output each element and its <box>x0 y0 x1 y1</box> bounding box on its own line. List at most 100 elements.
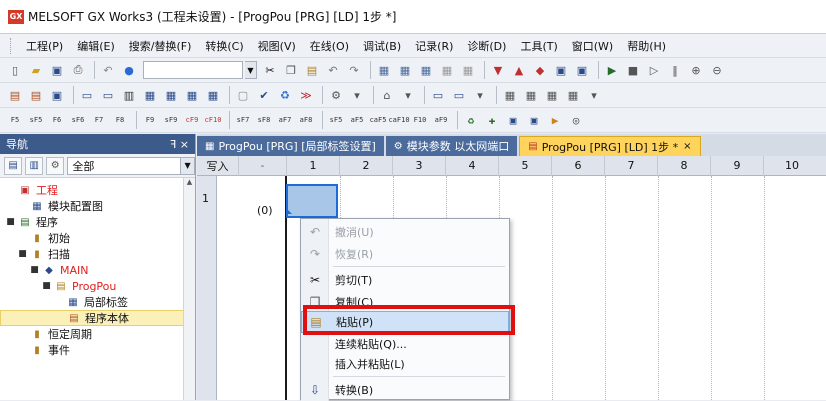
tree-item-9[interactable]: ▮ 恒定周期 <box>0 326 195 342</box>
ladder-key-cf9[interactable]: cF9 <box>183 111 201 129</box>
ladder-key-af7[interactable]: aF7 <box>276 111 294 129</box>
ladder-key-f5[interactable]: F5 <box>6 111 24 129</box>
ladder-key-f10[interactable]: F10 <box>411 111 429 129</box>
undo-toolbar-icon[interactable]: ↶ <box>99 61 117 79</box>
check-icon[interactable]: ▢ <box>234 86 252 104</box>
menu-insert-paste[interactable]: 插入并粘贴(L) <box>301 353 509 375</box>
help-icon[interactable]: ● <box>120 61 138 79</box>
open-folder-icon[interactable]: ▰ <box>27 61 45 79</box>
layout-dropdown-icon[interactable]: ▾ <box>471 86 489 104</box>
convert-toolbar-icon[interactable]: ≫ <box>297 86 315 104</box>
tree-item-0[interactable]: ▣ 工程 <box>0 182 195 198</box>
paste-toolbar-icon[interactable]: ▤ <box>303 61 321 79</box>
tree-item-1[interactable]: ▦ 模块配置图 <box>0 198 195 214</box>
tab-local-labels[interactable]: ▦ ProgPou [PRG] [局部标签设置] <box>197 136 384 156</box>
pause-icon[interactable]: ‖ <box>666 61 684 79</box>
menu-window[interactable]: 窗口(W) <box>565 38 620 54</box>
ladder-tool4-icon[interactable]: ▣ <box>525 111 543 129</box>
new-file-icon[interactable]: ▯ <box>6 61 24 79</box>
view-mode-icon[interactable]: ▤ <box>4 156 23 175</box>
cut-toolbar-icon[interactable]: ✂ <box>261 61 279 79</box>
run-icon[interactable]: ▶ <box>603 61 621 79</box>
write-plc-icon[interactable]: ▼ <box>489 61 507 79</box>
navigation-scrollbar[interactable]: ▲ <box>183 178 195 400</box>
ladder-key-sf7[interactable]: sF7 <box>234 111 252 129</box>
print-icon[interactable]: ⎙ <box>69 61 87 79</box>
program2-icon[interactable]: ▤ <box>27 86 45 104</box>
tree-expander-icon[interactable]: ■ <box>42 281 51 291</box>
device5-icon[interactable]: ▦ <box>459 61 477 79</box>
menu-convert[interactable]: 转换(C) <box>198 38 250 54</box>
tree-expander-icon[interactable]: ■ <box>30 265 39 275</box>
ladder-key-sf8[interactable]: sF8 <box>255 111 273 129</box>
grid-dropdown-icon[interactable]: ▾ <box>585 86 603 104</box>
ladder-key-caf10[interactable]: caF10 <box>388 111 409 129</box>
tree-item-5[interactable]: ■ ◆ MAIN <box>0 262 195 278</box>
window2-icon[interactable]: ▭ <box>99 86 117 104</box>
tree-item-6[interactable]: ■ ▤ ProgPou <box>0 278 195 294</box>
ladder-cursor[interactable] <box>286 184 338 218</box>
program3-icon[interactable]: ▣ <box>48 86 66 104</box>
verify-icon[interactable]: ◆ <box>531 61 549 79</box>
grid4-icon[interactable]: ▦ <box>564 86 582 104</box>
close-icon[interactable]: × <box>683 141 691 152</box>
ladder-key-cf10[interactable]: cF10 <box>204 111 222 129</box>
tab-module-params[interactable]: ⚙ 模块参数 以太网端口 <box>385 136 518 156</box>
pin-close-icon[interactable]: ꟻ × <box>170 138 189 151</box>
mode-dropdown[interactable]: - <box>239 155 287 176</box>
device3-icon[interactable]: ▦ <box>417 61 435 79</box>
menu-continuous-paste[interactable]: 连续粘贴(Q)... <box>301 333 509 355</box>
ladder-tool3-icon[interactable]: ▣ <box>504 111 522 129</box>
chevron-down-icon[interactable]: ▼ <box>180 157 195 174</box>
cross-ref-icon[interactable]: ▥ <box>120 86 138 104</box>
ladder-key-caf5[interactable]: caF5 <box>369 111 387 129</box>
settings-icon[interactable]: ⚙ <box>327 86 345 104</box>
menu-project[interactable]: 工程(P) <box>19 38 70 54</box>
menu-redo[interactable]: ↷ 恢复(R) <box>301 243 509 265</box>
tree-item-3[interactable]: ▮ 初始 <box>0 230 195 246</box>
device-batch2-icon[interactable]: ▦ <box>183 86 201 104</box>
menu-tools[interactable]: 工具(T) <box>513 38 564 54</box>
menu-view[interactable]: 视图(V) <box>251 38 303 54</box>
copy-toolbar-icon[interactable]: ❐ <box>282 61 300 79</box>
zoom-out-icon[interactable]: ⊖ <box>708 61 726 79</box>
menu-edit[interactable]: 编辑(E) <box>70 38 122 54</box>
filter-dropdown-icon[interactable]: ▾ <box>399 86 417 104</box>
check3-icon[interactable]: ♻ <box>276 86 294 104</box>
save-icon[interactable]: ▣ <box>48 61 66 79</box>
tree-item-10[interactable]: ▮ 事件 <box>0 342 195 358</box>
read-plc-icon[interactable]: ▲ <box>510 61 528 79</box>
menu-online[interactable]: 在线(O) <box>303 38 356 54</box>
device4-icon[interactable]: ▦ <box>438 61 456 79</box>
ladder-tool2-icon[interactable]: ✚ <box>483 111 501 129</box>
menu-undo[interactable]: ↶ 撤消(U) <box>301 221 509 243</box>
check2-icon[interactable]: ✔ <box>255 86 273 104</box>
menu-help[interactable]: 帮助(H) <box>620 38 673 54</box>
step-icon[interactable]: ▷ <box>645 61 663 79</box>
tree-expander-icon[interactable]: ■ <box>6 217 15 227</box>
ladder-key-sf6[interactable]: sF6 <box>69 111 87 129</box>
menu-diagnostics[interactable]: 诊断(D) <box>460 38 513 54</box>
tree-item-8[interactable]: ▤ 程序本体 <box>0 310 195 326</box>
layout-icon[interactable]: ▭ <box>429 86 447 104</box>
grid2-icon[interactable]: ▦ <box>522 86 540 104</box>
layout2-icon[interactable]: ▭ <box>450 86 468 104</box>
menu-find-replace[interactable]: 搜索/替换(F) <box>122 38 199 54</box>
gear-icon[interactable]: ⚙ <box>46 156 65 175</box>
grid-icon[interactable]: ▦ <box>501 86 519 104</box>
tab-ladder-program[interactable]: ▤ ProgPou [PRG] [LD] 1步 * × <box>519 136 701 156</box>
undo2-toolbar-icon[interactable]: ↶ <box>324 61 342 79</box>
device-batch-icon[interactable]: ▦ <box>162 86 180 104</box>
scroll-up-icon[interactable]: ▲ <box>184 178 195 190</box>
toolbar-combo-input[interactable] <box>143 61 243 79</box>
stop-icon[interactable]: ■ <box>624 61 642 79</box>
program-icon[interactable]: ▤ <box>6 86 24 104</box>
menu-record[interactable]: 记录(R) <box>408 38 460 54</box>
menubar-grip[interactable] <box>10 37 13 54</box>
device-icon[interactable]: ▦ <box>375 61 393 79</box>
chevron-down-icon[interactable]: ▼ <box>245 61 257 79</box>
ladder-key-f6[interactable]: F6 <box>48 111 66 129</box>
menu-debug[interactable]: 调试(B) <box>356 38 408 54</box>
menu-cut[interactable]: ✂ 剪切(T) <box>301 269 509 291</box>
ladder-tool5-icon[interactable]: ▶ <box>546 111 564 129</box>
